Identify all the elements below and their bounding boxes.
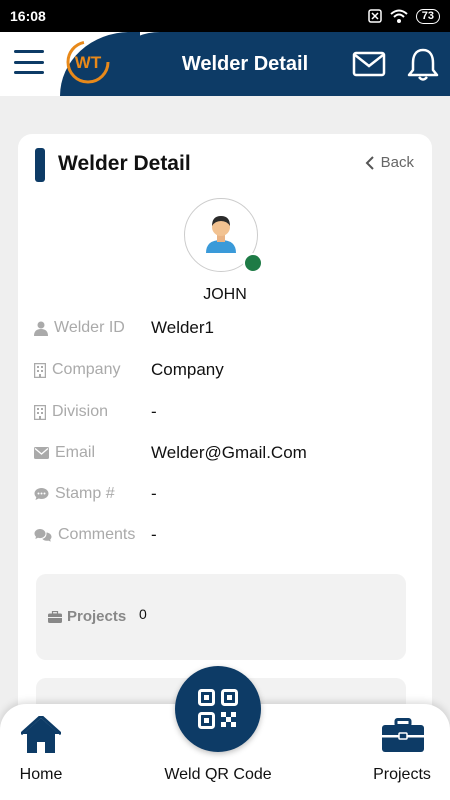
field-comments: Comments -	[34, 523, 414, 547]
nav-projects-label: Projects	[373, 766, 431, 783]
comments-icon	[34, 529, 52, 542]
field-company: Company Company	[34, 358, 414, 382]
building-icon	[34, 362, 46, 378]
field-stamp: Stamp # -	[34, 482, 414, 506]
weld-qr-label: Weld QR Code	[164, 766, 272, 783]
back-label: Back	[380, 154, 414, 171]
mail-icon[interactable]	[352, 50, 386, 78]
welder-detail-card: Welder Detail Back JOHN Welder ID Welder…	[18, 134, 432, 734]
field-label: Welder ID	[54, 319, 125, 336]
bell-icon[interactable]	[406, 46, 440, 82]
field-division: Division -	[34, 400, 414, 424]
home-icon	[21, 716, 61, 753]
back-button[interactable]: Back	[365, 154, 414, 171]
avatar	[184, 198, 263, 273]
app-header: WT Welder Detail	[0, 32, 450, 96]
field-label: Division	[52, 403, 109, 420]
field-email: Email Welder@Gmail.Com	[34, 441, 414, 465]
wifi-icon	[390, 9, 408, 23]
status-icons: 73	[368, 8, 440, 24]
projects-count: 0	[139, 606, 147, 622]
weld-qr-button[interactable]	[175, 666, 261, 752]
qr-code-icon	[198, 689, 238, 729]
field-label: Stamp #	[55, 485, 115, 502]
menu-button[interactable]	[14, 50, 44, 74]
toolbox-icon	[382, 718, 424, 752]
field-label: Email	[55, 444, 96, 461]
notification-close-icon	[368, 9, 382, 23]
field-value: Company	[151, 360, 224, 379]
status-bar: 16:08 73	[0, 0, 450, 32]
user-icon	[34, 321, 48, 336]
field-value: -	[151, 484, 157, 503]
field-label: Company	[52, 361, 121, 378]
nav-home-label: Home	[19, 766, 63, 783]
online-status-dot	[243, 253, 263, 273]
logo-text: WT	[75, 53, 102, 72]
welder-name: JOHN	[203, 286, 247, 303]
user-avatar-icon	[206, 216, 236, 253]
projects-section[interactable]: Projects 0	[36, 574, 406, 660]
briefcase-icon	[48, 610, 62, 623]
speech-bubble-icon	[34, 488, 49, 500]
app-logo: WT	[66, 40, 110, 84]
field-value: Welder1	[151, 318, 214, 337]
field-value: -	[151, 402, 157, 421]
envelope-icon	[34, 447, 49, 459]
card-title: Welder Detail	[58, 152, 191, 175]
status-time: 16:08	[10, 8, 46, 24]
battery-indicator: 73	[415, 8, 440, 24]
page-title: Welder Detail	[181, 53, 309, 75]
chevron-left-icon	[365, 155, 374, 170]
card-accent-bar	[35, 148, 45, 182]
field-value: Welder@Gmail.Com	[151, 443, 307, 462]
projects-label: Projects	[67, 608, 127, 625]
building-icon	[34, 404, 46, 420]
field-label: Comments	[58, 526, 136, 543]
field-welder-id: Welder ID Welder1	[34, 316, 414, 340]
field-value: -	[151, 525, 157, 544]
